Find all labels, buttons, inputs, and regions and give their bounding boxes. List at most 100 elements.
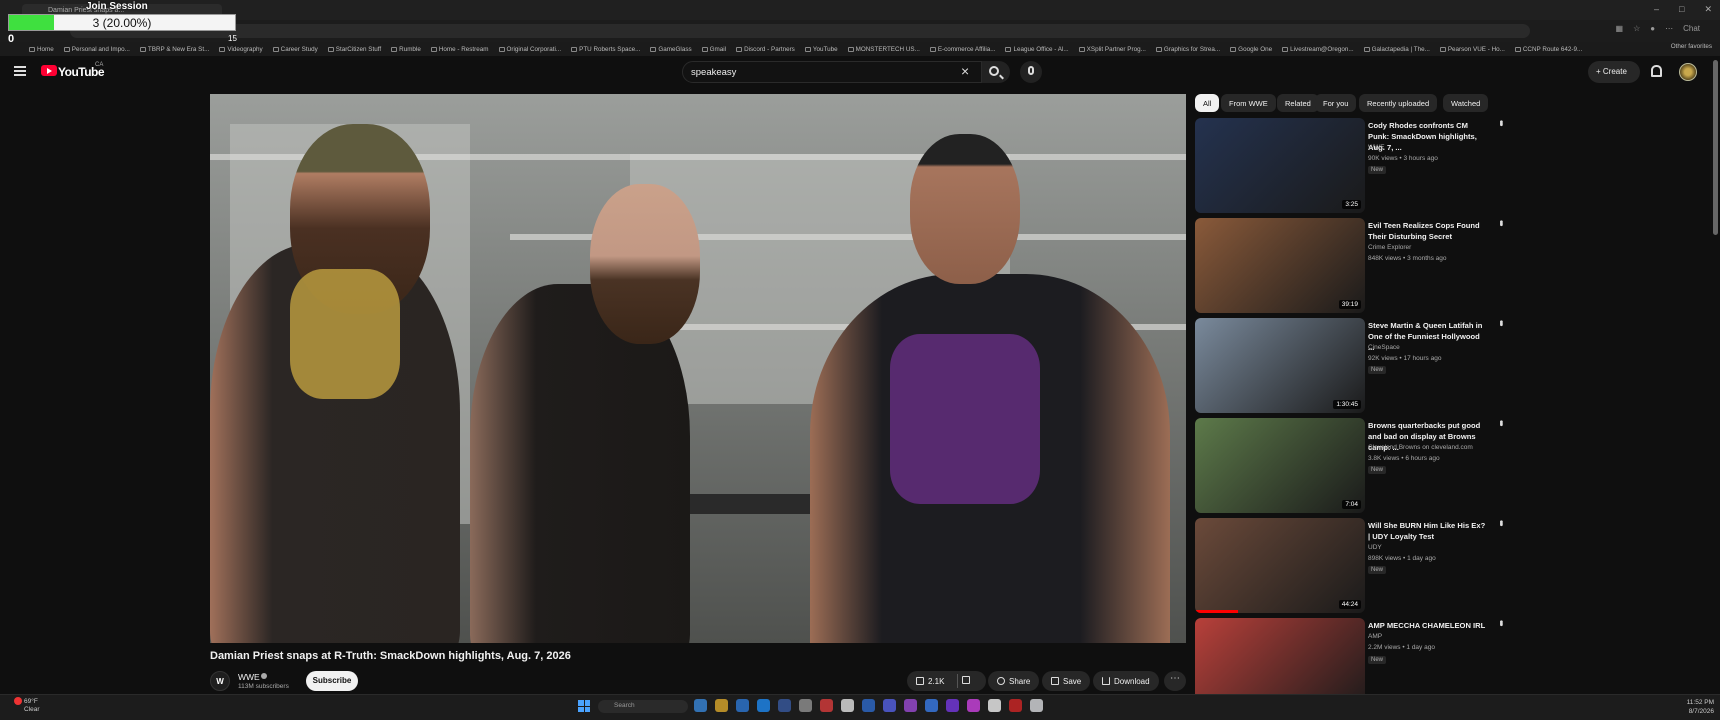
maximize-icon[interactable]: □	[1679, 4, 1684, 15]
recommendation-title[interactable]: Will She BURN Him Like His Ex? | UDY Loy…	[1368, 520, 1488, 542]
channel-avatar[interactable]: W	[210, 671, 230, 691]
weather-widget[interactable]: 69°F Clear	[10, 698, 40, 714]
taskbar-app-icon[interactable]	[967, 699, 980, 712]
taskbar-app-icon[interactable]	[988, 699, 1001, 712]
recommendation-menu-icon[interactable]: •••	[1495, 520, 1506, 525]
bookmark-item[interactable]: Graphics for Strea...	[1151, 46, 1225, 53]
clear-search-icon[interactable]: ×	[961, 64, 969, 78]
save-button[interactable]: Save	[1042, 671, 1091, 691]
taskbar-app-icon[interactable]	[820, 699, 833, 712]
taskbar-app-icon[interactable]	[799, 699, 812, 712]
recommendation-menu-icon[interactable]: •••	[1495, 320, 1506, 325]
recommendation-menu-icon[interactable]: •••	[1495, 220, 1506, 225]
bookmark-item[interactable]: Gmail	[697, 46, 731, 53]
bookmark-item[interactable]: E-commerce Affilia...	[925, 46, 1001, 53]
recommendation-item[interactable]: 39:19 Evil Teen Realizes Cops Found Their…	[1195, 218, 1555, 313]
youtube-logo-icon[interactable]	[41, 65, 57, 76]
recommendation-title[interactable]: Cody Rhodes confronts CM Punk: SmackDown…	[1368, 120, 1488, 153]
taskbar-app-icon[interactable]	[715, 699, 728, 712]
url-input[interactable]	[70, 24, 1530, 38]
taskbar-app-icon[interactable]	[841, 699, 854, 712]
chip-for-you[interactable]: For you	[1315, 94, 1357, 112]
taskbar-app-icon[interactable]	[1030, 699, 1043, 712]
taskbar-app-icon[interactable]	[925, 699, 938, 712]
bookmark-item[interactable]: Discord - Partners	[731, 46, 800, 53]
bookmark-item[interactable]: CCNP Route 642-9...	[1510, 46, 1587, 53]
video-player[interactable]	[210, 94, 1186, 643]
bookmark-item[interactable]: Google One	[1225, 46, 1277, 53]
system-clock[interactable]: 11:52 PM 8/7/2026	[1664, 698, 1714, 716]
chip-related[interactable]: Related	[1277, 94, 1319, 112]
bookmark-item[interactable]: XSplit Partner Prog...	[1074, 46, 1151, 53]
video-thumbnail[interactable]: 39:19	[1195, 218, 1365, 313]
video-thumbnail[interactable]: 3:25	[1195, 118, 1365, 213]
download-button[interactable]: Download	[1093, 671, 1159, 691]
like-button[interactable]: 2.1K	[916, 677, 944, 686]
bookmark-item[interactable]: Livestream@Oregon...	[1277, 46, 1358, 53]
taskbar-app-icon[interactable]	[736, 699, 749, 712]
scrollbar-thumb[interactable]	[1713, 60, 1718, 235]
close-window-icon[interactable]: ✕	[1704, 4, 1712, 15]
channel-name[interactable]: WWE	[238, 672, 260, 682]
taskbar-app-icon[interactable]	[778, 699, 791, 712]
bookmark-item[interactable]: Rumble	[386, 46, 426, 53]
taskbar-app-icon[interactable]	[946, 699, 959, 712]
recommendation-channel[interactable]: AMP	[1368, 633, 1382, 640]
bookmark-item[interactable]: PTU Roberts Space...	[566, 46, 645, 53]
taskbar-app-icon[interactable]	[904, 699, 917, 712]
recommendation-channel[interactable]: Cleveland Browns on cleveland.com	[1368, 444, 1473, 451]
recommendation-title[interactable]: AMP MECCHA CHAMELEON IRL	[1368, 620, 1488, 631]
chip-watched[interactable]: Watched	[1443, 94, 1489, 112]
account-avatar[interactable]	[1679, 63, 1697, 81]
dislike-button[interactable]	[962, 676, 971, 686]
recommendation-channel[interactable]: WWE	[1368, 144, 1385, 151]
windows-start-icon[interactable]	[578, 700, 590, 712]
subscribe-button[interactable]: Subscribe	[306, 671, 358, 691]
taskbar-search[interactable]: Search	[598, 700, 688, 713]
other-favorites[interactable]: Other favorites	[1671, 43, 1712, 50]
bookmark-item[interactable]: League Office - Al...	[1000, 46, 1073, 53]
taskbar-app-icon[interactable]	[883, 699, 896, 712]
recommendation-menu-icon[interactable]: •••	[1495, 420, 1506, 425]
more-actions-button[interactable]: ⋯	[1164, 671, 1186, 691]
video-thumbnail[interactable]: 1:30:45	[1195, 318, 1365, 413]
search-input[interactable]: speakeasy	[682, 61, 982, 83]
share-button[interactable]: Share	[988, 671, 1040, 691]
extensions-icon[interactable]: ▦	[1616, 24, 1624, 33]
bookmark-item[interactable]: YouTube	[800, 46, 843, 53]
recommendation-title[interactable]: Evil Teen Realizes Cops Found Their Dist…	[1368, 220, 1488, 242]
bookmark-item[interactable]: StarCitizen Stuff	[323, 46, 386, 53]
bookmark-item[interactable]: Home - Restream	[426, 46, 494, 53]
recommendation-menu-icon[interactable]: •••	[1495, 620, 1506, 625]
chip-all[interactable]: All	[1195, 94, 1220, 112]
bookmark-item[interactable]: GameGlass	[645, 46, 696, 53]
recommendation-channel[interactable]: UDY	[1368, 544, 1382, 551]
chip-recently-uploaded[interactable]: Recently uploaded	[1359, 94, 1438, 112]
bookmark-item[interactable]: Home	[24, 46, 59, 53]
bookmark-item[interactable]: Personal and Impo...	[59, 46, 135, 53]
recommendation-item[interactable]: 3:25 Cody Rhodes confronts CM Punk: Smack…	[1195, 118, 1555, 213]
bookmark-item[interactable]: Galactapedia | The...	[1359, 46, 1435, 53]
taskbar-app-icon[interactable]	[1009, 699, 1022, 712]
profile-icon[interactable]: ●	[1650, 24, 1655, 33]
recommendation-channel[interactable]: Crime Explorer	[1368, 244, 1411, 251]
settings-more-icon[interactable]: ⋯	[1665, 24, 1673, 33]
taskbar-app-icon[interactable]	[757, 699, 770, 712]
bookmark-item[interactable]: MONSTERTECH US...	[843, 46, 925, 53]
bookmark-item[interactable]: Videography	[214, 46, 267, 53]
recommendation-channel[interactable]: CineSpace	[1368, 344, 1400, 351]
bookmark-item[interactable]: Original Corporati...	[494, 46, 567, 53]
notifications-bell-icon[interactable]	[1651, 65, 1662, 77]
create-button[interactable]: + Create	[1588, 61, 1640, 83]
taskbar-app-icon[interactable]	[862, 699, 875, 712]
video-thumbnail[interactable]: 7:04	[1195, 418, 1365, 513]
bookmark-item[interactable]: TBRP & New Era St...	[135, 46, 214, 53]
video-thumbnail[interactable]: 44:24	[1195, 518, 1365, 613]
bookmark-item[interactable]: Pearson VUE - Ho...	[1435, 46, 1510, 53]
recommendation-item[interactable]: 1:30:45 Steve Martin & Queen Latifah in O…	[1195, 318, 1555, 413]
chat-button[interactable]: Chat	[1683, 24, 1700, 33]
chip-from-wwe[interactable]: From WWE	[1221, 94, 1276, 112]
favorites-icon[interactable]: ☆	[1633, 24, 1640, 33]
hamburger-menu-icon[interactable]	[14, 66, 26, 76]
recommendation-item[interactable]: 7:04 Browns quarterbacks put good and bad…	[1195, 418, 1555, 513]
